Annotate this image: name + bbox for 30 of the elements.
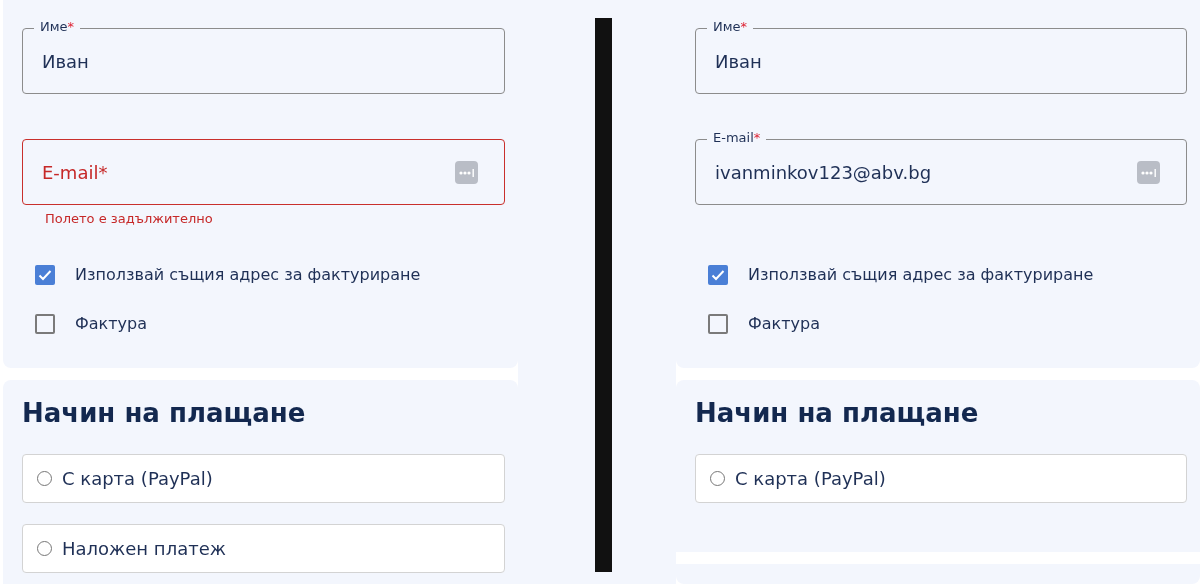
checkbox[interactable] [35, 264, 55, 285]
checkbox-label: Фактура [75, 314, 147, 333]
payment-option[interactable]: С карта (PayPal) [22, 454, 505, 503]
error-message: Полето е задължително [45, 211, 213, 226]
checkbox-label: Фактура [748, 314, 820, 333]
radio-button[interactable] [710, 471, 725, 486]
checkbox[interactable] [708, 264, 728, 285]
checkbox-label: Използвай същия адрес за фактуриране [75, 265, 421, 284]
field-value: Иван [42, 50, 90, 72]
field-label: Име* [34, 19, 81, 34]
input-field[interactable]: E-mail* [22, 139, 505, 205]
checkbox[interactable] [35, 313, 55, 334]
password-dots-icon[interactable] [1137, 160, 1160, 184]
radio-button[interactable] [37, 471, 52, 486]
option-label: С карта (PayPal) [735, 468, 886, 489]
field-label: Име* [707, 19, 754, 34]
radio-button[interactable] [37, 541, 52, 556]
option-label: Наложен платеж [62, 538, 226, 559]
field-label: E-mail* [707, 130, 767, 145]
option-label: С карта (PayPal) [62, 468, 213, 489]
field-label: E-mail* [42, 161, 109, 183]
password-dots-icon[interactable] [455, 160, 478, 184]
section-title: Начин на плащане [22, 397, 307, 430]
field-value: Иван [715, 50, 763, 72]
section-title: Начин на плащане [695, 397, 980, 430]
checkbox[interactable] [708, 313, 728, 334]
field-value: ivanminkov123@abv.bg [715, 161, 933, 183]
checkbox-label: Използвай същия адрес за фактуриране [748, 265, 1094, 284]
payment-option[interactable]: С карта (PayPal) [695, 454, 1187, 503]
payment-option[interactable]: Наложен платеж [22, 524, 505, 573]
